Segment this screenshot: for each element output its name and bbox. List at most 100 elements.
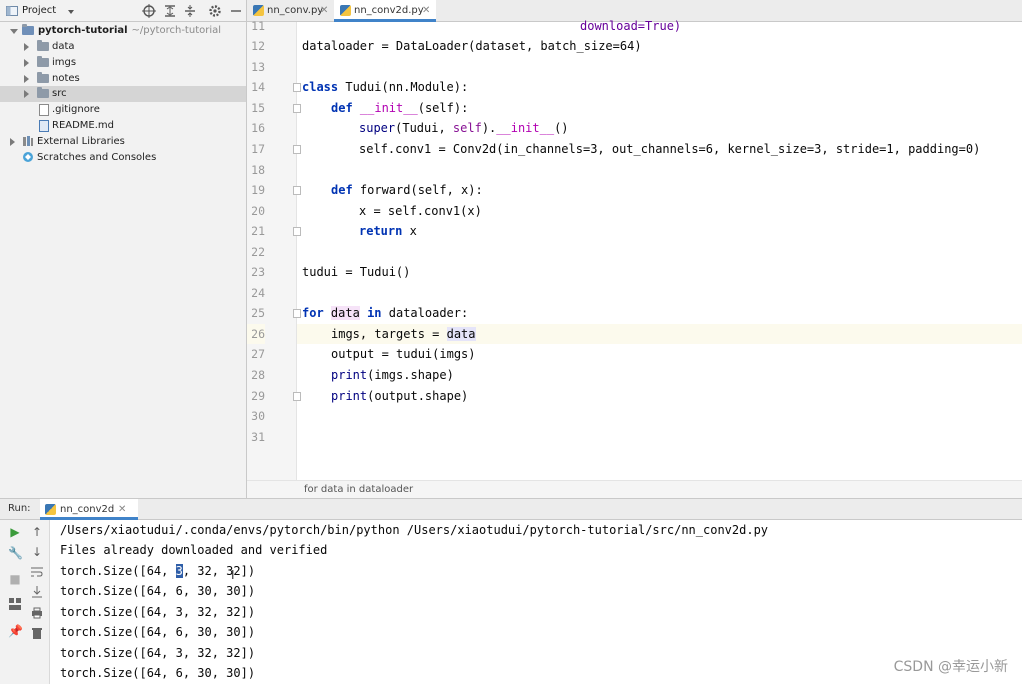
line-number-gutter: 11 12 13 14 15 16 17 18 19 20 21 22 23 2…	[247, 19, 297, 498]
fold-marker-icon[interactable]	[293, 186, 301, 195]
fold-marker-icon[interactable]	[293, 309, 301, 318]
builtin: super	[359, 121, 396, 135]
tree-item-readme[interactable]: README.md	[0, 118, 246, 134]
breadcrumb[interactable]: for data in dataloader	[247, 480, 1022, 498]
line-number: 30	[251, 409, 265, 423]
close-icon[interactable]: ✕	[422, 0, 430, 22]
tree-item-external-libraries[interactable]: External Libraries	[0, 134, 246, 150]
tree-item-label: imgs	[52, 57, 77, 68]
code-line-28: print(imgs.shape)	[331, 365, 454, 385]
project-view-selector[interactable]: Project	[22, 5, 56, 16]
code-line-23: tudui = Tudui()	[302, 262, 410, 282]
line-number: 31	[251, 430, 265, 444]
run-tab-label: nn_conv2d	[60, 504, 115, 515]
wrench-icon[interactable]: 🔧	[8, 546, 23, 560]
code-text: x	[402, 224, 417, 238]
run-label: Run:	[8, 503, 31, 514]
tree-item-notes[interactable]: notes	[0, 71, 246, 87]
line-number: 23	[251, 265, 265, 279]
code-line-12: dataloader = DataLoader(dataset, batch_s…	[302, 36, 642, 56]
fold-marker-icon[interactable]	[293, 104, 301, 113]
tree-item-data[interactable]: data	[0, 39, 246, 55]
tree-item-label: .gitignore	[52, 104, 100, 115]
line-number: 17	[251, 142, 265, 156]
console-line: torch.Size([64, 6, 30, 30])	[60, 666, 256, 680]
chevron-right-icon[interactable]	[24, 43, 29, 51]
console-output[interactable]: /Users/xiaotudui/.conda/envs/pytorch/bin…	[51, 520, 1022, 684]
keyword: for	[302, 306, 324, 320]
line-number: 16	[251, 121, 265, 135]
tree-item-scratches[interactable]: Scratches and Consoles	[0, 150, 246, 166]
line-number: 28	[251, 368, 265, 382]
keyword: def	[331, 101, 353, 115]
trash-icon[interactable]	[30, 627, 44, 641]
chevron-down-icon[interactable]	[10, 29, 18, 34]
expand-icon[interactable]	[163, 4, 177, 18]
stop-icon[interactable]: ■	[8, 572, 22, 586]
run-toolbar: ▶ 🔧 ■ 📌 ↑ ↓	[0, 520, 50, 684]
console-line: Files already downloaded and verified	[60, 543, 328, 557]
console-text: torch.Size([64,	[60, 564, 176, 578]
code-line-25: for data in dataloader:	[302, 303, 468, 323]
code-editor[interactable]: 11 12 13 14 15 16 17 18 19 20 21 22 23 2…	[247, 19, 1022, 498]
console-line: torch.Size([64, 6, 30, 30])	[60, 625, 256, 639]
code-text: ()	[554, 121, 569, 135]
fold-marker-icon[interactable]	[293, 227, 301, 236]
up-icon[interactable]: ↑	[30, 525, 44, 539]
code-line-15: def __init__(self):	[331, 98, 468, 118]
run-icon[interactable]: ▶	[8, 525, 22, 539]
minimize-icon[interactable]	[229, 4, 243, 18]
fold-marker-icon[interactable]	[293, 83, 301, 92]
project-path: ~/pytorch-tutorial	[131, 25, 222, 36]
chevron-right-icon[interactable]	[10, 138, 15, 146]
layout-icon[interactable]	[8, 598, 22, 612]
line-number: 15	[251, 101, 265, 115]
target-icon[interactable]	[142, 4, 156, 18]
tree-item-gitignore[interactable]: .gitignore	[0, 102, 246, 118]
chevron-right-icon[interactable]	[24, 75, 29, 83]
project-toolbar: Project	[0, 0, 246, 22]
wrap-icon[interactable]	[30, 566, 44, 580]
scroll-end-icon[interactable]	[30, 586, 44, 600]
text-cursor-icon: I	[231, 568, 235, 582]
line-number: 20	[251, 204, 265, 218]
code-line-17: self.conv1 = Conv2d(in_channels=3, out_c…	[359, 139, 980, 159]
line-number: 21	[251, 224, 265, 238]
run-tab[interactable]: nn_conv2d ✕	[40, 499, 139, 520]
tree-item-label: src	[52, 88, 67, 99]
down-icon[interactable]: ↓	[30, 545, 44, 559]
line-number-current: 26	[247, 324, 265, 344]
code-text: imgs, targets =	[331, 327, 447, 341]
pin-icon[interactable]: 📌	[8, 624, 23, 638]
text-selection: 3	[175, 564, 183, 578]
variable-highlight: data	[446, 327, 476, 341]
folder-icon	[22, 24, 34, 35]
close-icon[interactable]: ✕	[118, 499, 126, 520]
tab-nn-conv2d[interactable]: nn_conv2d.py ✕	[334, 0, 436, 22]
code-text: Tudui(nn.Module):	[338, 80, 469, 94]
code-line-16: super(Tudui, self).__init__()	[359, 118, 569, 138]
close-icon[interactable]: ✕	[320, 0, 328, 22]
tree-item-imgs[interactable]: imgs	[0, 55, 246, 71]
code-line-11: download=True)	[580, 16, 681, 36]
code-line-20: x = self.conv1(x)	[359, 201, 482, 221]
gear-icon[interactable]	[208, 4, 222, 18]
tree-item-project-root[interactable]: pytorch-tutorial ~/pytorch-tutorial	[0, 23, 246, 39]
function-name: __init__	[352, 101, 418, 115]
watermark: CSDN @幸运小新	[893, 659, 1008, 675]
code-text: forward(self, x):	[352, 183, 483, 197]
keyword: in	[367, 306, 382, 320]
code-text: (output.shape)	[367, 389, 469, 403]
chevron-right-icon[interactable]	[24, 59, 29, 67]
chevron-down-icon[interactable]	[64, 5, 78, 19]
fold-marker-icon[interactable]	[293, 392, 301, 401]
fold-marker-icon[interactable]	[293, 145, 301, 154]
tree-item-src[interactable]: src	[0, 86, 246, 102]
code-line-14: class Tudui(nn.Module):	[302, 77, 468, 97]
chevron-right-icon[interactable]	[24, 90, 29, 98]
line-number: 12	[251, 39, 265, 53]
print-icon[interactable]	[30, 607, 44, 621]
console-line: torch.Size([64, 3, 32, 32])	[60, 646, 256, 660]
scratches-icon	[22, 150, 34, 168]
collapse-icon[interactable]	[183, 4, 197, 18]
